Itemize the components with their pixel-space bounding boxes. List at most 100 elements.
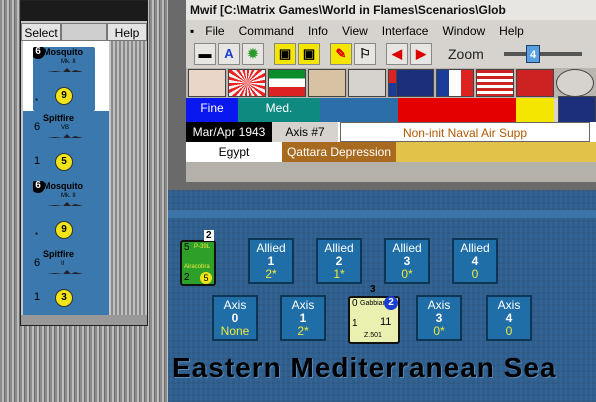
stack-count: 2 bbox=[204, 230, 214, 241]
counter-mosquito-2[interactable]: 6 Mosquito Mk. II 9 * bbox=[33, 181, 95, 245]
flag-uk-small-icon[interactable] bbox=[558, 96, 596, 124]
counter-spitfire-1[interactable]: 6 Spitfire VB 1 5 bbox=[33, 113, 95, 177]
main-window-title[interactable]: Mwif [C:\Matrix Games\World in Flames\Sc… bbox=[186, 0, 596, 20]
turn-date: Mar/Apr 1943 bbox=[186, 122, 272, 142]
axis-box-4[interactable]: Axis 4 0 bbox=[486, 295, 532, 341]
sea-area-name: Eastern Mediterranean Sea bbox=[172, 352, 557, 383]
counter-air-factor: 6 bbox=[34, 257, 41, 269]
palette-scrollbar[interactable] bbox=[111, 41, 147, 315]
axis-box-0[interactable]: Axis 0 None bbox=[212, 295, 258, 341]
unit-air-factor: 0 bbox=[352, 298, 358, 309]
allied-box-1[interactable]: Allied 1 2* bbox=[248, 238, 294, 284]
phase-label: Non-init Naval Air Supp bbox=[340, 122, 590, 142]
flag-japan-icon[interactable] bbox=[228, 69, 266, 97]
unit-palette-window[interactable]: Select Help 6 Mosquito Mk. II 9 * 6 Spit… bbox=[20, 0, 148, 326]
arrow-left-icon[interactable]: ◀ bbox=[386, 43, 408, 65]
counter-subtype: II bbox=[61, 261, 65, 267]
menu-command[interactable]: Command bbox=[232, 22, 301, 40]
hex-grid-icon[interactable]: ▣ bbox=[274, 43, 296, 65]
flag-germany-icon[interactable] bbox=[188, 69, 226, 97]
flag-axis-minor-icon[interactable] bbox=[308, 69, 346, 97]
text-icon[interactable]: A bbox=[218, 43, 240, 65]
hex-info-bar: Egypt Qattara Depression bbox=[186, 142, 596, 162]
main-window[interactable]: Mwif [C:\Matrix Games\World in Flames\Sc… bbox=[186, 0, 596, 182]
counter-subtype: VB bbox=[61, 125, 70, 131]
palette-menu-spacer bbox=[61, 23, 107, 41]
zoom-slider[interactable] bbox=[504, 52, 582, 56]
turn-info-bar: Mar/Apr 1943 Axis #7 Non-init Naval Air … bbox=[186, 122, 596, 142]
impulse-label: Axis #7 bbox=[272, 122, 338, 142]
toolbar: ▬ A ✹ ▣ ▣ ✎ ⚐ ◀ ▶ Zoom 4 bbox=[186, 40, 596, 68]
unit-subtype: Z.501 bbox=[364, 332, 382, 339]
star-icon: * bbox=[35, 231, 39, 240]
weather-zone-3 bbox=[320, 98, 398, 122]
palette-menubar: Select Help bbox=[21, 23, 147, 41]
counter-name: Mosquito bbox=[43, 181, 83, 191]
counter-air-factor: 6 bbox=[34, 121, 41, 133]
hex-detail-icon[interactable]: ▣ bbox=[298, 43, 320, 65]
allied-box-3[interactable]: Allied 3 0* bbox=[384, 238, 430, 284]
flag-ussr-icon[interactable] bbox=[516, 69, 554, 97]
aircraft-icon bbox=[47, 134, 83, 138]
axis-box-1[interactable]: Axis 1 2* bbox=[280, 295, 326, 341]
allied-box-4[interactable]: Allied 4 0 bbox=[452, 238, 498, 284]
flag-france-icon[interactable] bbox=[436, 69, 474, 97]
country-name: Egypt bbox=[186, 142, 282, 162]
allied-box-2[interactable]: Allied 2 1* bbox=[316, 238, 362, 284]
gear-icon[interactable]: ✹ bbox=[242, 43, 264, 65]
menu-info[interactable]: Info bbox=[301, 22, 335, 40]
system-menu-icon[interactable]: ▪ bbox=[186, 22, 198, 40]
box-value: 0* bbox=[433, 324, 445, 338]
counter-list[interactable]: 6 Mosquito Mk. II 9 * 6 Spitfire VB 1 5 … bbox=[23, 41, 109, 315]
star-icon: * bbox=[35, 97, 39, 106]
axis-box-3[interactable]: Axis 3 0* bbox=[416, 295, 462, 341]
weather-zone-1: Fine bbox=[186, 98, 238, 122]
unit-name: P-39L bbox=[194, 244, 211, 250]
unit-range: 1 bbox=[352, 318, 358, 329]
allied-air-unit[interactable]: 2 5 P-39L Airacobra 2 5 bbox=[180, 230, 216, 286]
counter-subtype: Mk. II bbox=[61, 193, 76, 199]
palette-statusbar bbox=[21, 315, 147, 325]
counter-name: Spitfire bbox=[43, 113, 75, 123]
flag-neutral-icon[interactable] bbox=[556, 69, 594, 97]
box-value: 2* bbox=[265, 267, 277, 281]
flag-italy-icon[interactable] bbox=[268, 69, 306, 97]
flag-usa-icon[interactable] bbox=[476, 69, 514, 97]
unit-range: 2 bbox=[184, 272, 190, 283]
flag-icon[interactable]: ⚐ bbox=[354, 43, 376, 65]
aircraft-icon bbox=[47, 270, 83, 274]
menu-help[interactable]: Help bbox=[492, 22, 531, 40]
counter-value: 5 bbox=[55, 153, 73, 171]
arrow-right-icon[interactable]: ▶ bbox=[410, 43, 432, 65]
pencil-icon[interactable]: ✎ bbox=[330, 43, 352, 65]
unit-badge: 2 bbox=[384, 296, 398, 310]
weather-zone-4 bbox=[398, 98, 516, 122]
palette-titlebar[interactable] bbox=[21, 1, 147, 21]
counter-spitfire-2[interactable]: 6 Spitfire II 1 3 bbox=[33, 249, 95, 313]
counter-range: 1 bbox=[34, 291, 41, 303]
counter-name: Mosquito bbox=[43, 47, 83, 57]
weather-zone-2: Med. bbox=[238, 98, 320, 122]
palette-menu-select[interactable]: Select bbox=[21, 23, 61, 41]
nation-flags-bar bbox=[186, 68, 596, 166]
counter-value: 9 bbox=[55, 221, 73, 239]
box-value: 0 bbox=[505, 324, 513, 338]
counter-value: 9 bbox=[55, 87, 73, 105]
menu-view[interactable]: View bbox=[335, 22, 375, 40]
tank-icon[interactable]: ▬ bbox=[194, 43, 216, 65]
flag-empty-icon[interactable] bbox=[348, 69, 386, 97]
axis-naval-air-unit[interactable]: 3 0 Gabbiano 2 11 1 Z.501 bbox=[348, 284, 400, 344]
palette-menu-help[interactable]: Help bbox=[107, 23, 147, 41]
counter-name: Spitfire bbox=[43, 249, 75, 259]
zoom-slider-knob[interactable]: 4 bbox=[526, 45, 540, 63]
box-value: None bbox=[220, 324, 250, 338]
menu-file[interactable]: File bbox=[198, 22, 231, 40]
counter-mosquito-1[interactable]: 6 Mosquito Mk. II 9 * bbox=[33, 47, 95, 111]
menu-window[interactable]: Window bbox=[435, 22, 492, 40]
aircraft-icon bbox=[47, 202, 83, 206]
unit-value: 11 bbox=[380, 316, 392, 328]
unit-value: 5 bbox=[200, 272, 212, 284]
menu-interface[interactable]: Interface bbox=[375, 22, 436, 40]
flag-uk-icon[interactable] bbox=[396, 69, 434, 97]
terrain-name: Qattara Depression bbox=[282, 142, 396, 162]
